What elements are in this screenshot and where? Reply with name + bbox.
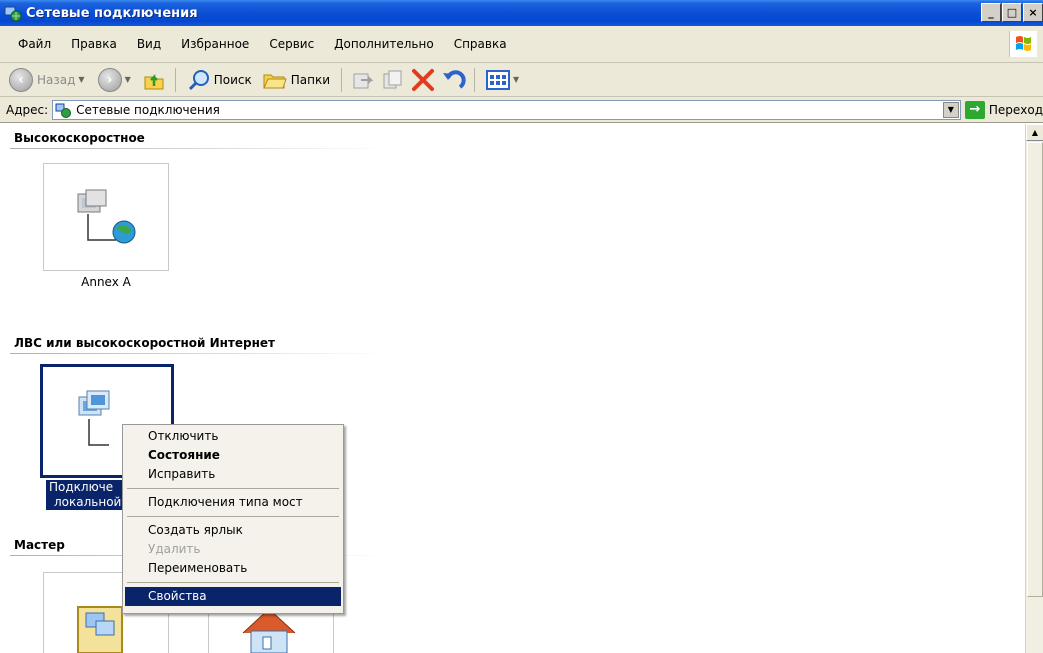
menu-separator <box>127 488 339 489</box>
up-folder-icon <box>144 73 164 89</box>
ctx-bridge-connections[interactable]: Подключения типа мост <box>125 493 341 512</box>
menu-separator <box>127 582 339 583</box>
copy-to-button[interactable] <box>380 67 406 93</box>
search-label: Поиск <box>213 72 252 87</box>
group-header: ЛВС или высокоскоростной Интернет <box>14 336 275 350</box>
undo-button[interactable] <box>440 67 466 93</box>
group-header: Мастер <box>14 538 65 552</box>
scroll-up-arrow-icon[interactable]: ▲ <box>1026 124 1043 141</box>
back-label: Назад <box>37 72 76 87</box>
ctx-status[interactable]: Состояние <box>125 446 341 465</box>
ctx-create-shortcut[interactable]: Создать ярлык <box>125 521 341 540</box>
chevron-down-icon[interactable]: ▼ <box>513 75 519 84</box>
ctx-repair[interactable]: Исправить <box>125 465 341 484</box>
toolbar: ‹ Назад ▼ › ▼ Поиск Папки ▼ <box>0 63 1043 97</box>
ctx-disconnect[interactable]: Отключить <box>125 427 341 446</box>
group-header: Высокоскоростное <box>14 131 145 145</box>
address-label: Адрес: <box>6 102 49 117</box>
forward-arrow-icon: › <box>97 67 122 92</box>
forward-button[interactable]: › ▼ <box>95 65 137 95</box>
folders-icon <box>262 74 287 88</box>
context-menu: Отключить Состояние Исправить Подключени… <box>122 424 344 614</box>
connection-label-selected: Подключе локальной <box>46 480 125 510</box>
copy-to-icon <box>383 70 402 88</box>
go-label: Переход <box>988 102 1043 117</box>
close-button[interactable]: × <box>1023 3 1043 22</box>
network-connections-icon <box>4 4 22 22</box>
ctx-rename[interactable]: Переименовать <box>125 559 341 578</box>
vertical-scrollbar[interactable]: ▲ <box>1025 124 1043 653</box>
maximize-button[interactable]: □ <box>1002 3 1022 22</box>
ctx-delete: Удалить <box>148 542 201 556</box>
menu-file[interactable]: Файл <box>8 37 61 51</box>
go-arrow-icon: → <box>964 100 985 119</box>
menu-help[interactable]: Справка <box>444 37 517 51</box>
folders-button[interactable]: Папки <box>259 65 333 95</box>
connection-label-line2: локальной <box>54 495 122 509</box>
search-icon <box>188 69 209 90</box>
search-button[interactable]: Поиск <box>184 65 255 95</box>
undo-icon <box>443 69 466 89</box>
address-dropdown-icon[interactable]: ▼ <box>942 101 959 118</box>
address-bar: Адрес: Сетевые подключения ▼ → Переход <box>0 97 1043 123</box>
back-button[interactable]: ‹ Назад ▼ <box>6 65 91 95</box>
toolbar-separator <box>341 67 343 92</box>
connection-label-line1: Подключе <box>49 480 114 494</box>
connection-label: Annex A <box>81 275 131 289</box>
go-button[interactable]: → Переход <box>964 100 1043 119</box>
window-title: Сетевые подключения <box>26 5 198 21</box>
address-input[interactable]: Сетевые подключения ▼ <box>52 99 961 120</box>
toolbar-separator <box>174 67 176 92</box>
back-arrow-icon: ‹ <box>9 67 33 92</box>
delete-button[interactable] <box>410 67 436 93</box>
up-folder-button[interactable] <box>141 67 167 93</box>
window-controls: _ □ × <box>981 3 1043 22</box>
toolbar-separator <box>474 67 476 92</box>
folders-label: Папки <box>290 72 331 87</box>
delete-x-icon <box>412 68 435 91</box>
menu-separator <box>127 516 339 517</box>
address-value: Сетевые подключения <box>76 102 220 117</box>
menu-favorites[interactable]: Избранное <box>171 37 259 51</box>
menu-view[interactable]: Вид <box>127 37 171 51</box>
connection-annex-a[interactable] <box>43 163 169 271</box>
group-divider <box>10 148 386 149</box>
menu-edit[interactable]: Правка <box>61 37 127 51</box>
minimize-button[interactable]: _ <box>981 3 1001 22</box>
chevron-down-icon[interactable]: ▼ <box>125 75 131 84</box>
broadband-connection-icon <box>77 189 136 244</box>
group-divider <box>10 353 386 354</box>
move-to-icon <box>353 73 374 88</box>
chevron-down-icon[interactable]: ▼ <box>78 75 84 84</box>
menu-bar: Файл Правка Вид Избранное Сервис Дополни… <box>0 26 1043 63</box>
network-connections-icon <box>55 102 72 118</box>
ctx-properties[interactable]: Свойства <box>125 587 341 606</box>
scrollbar-thumb[interactable] <box>1027 142 1043 597</box>
title-bar[interactable]: Сетевые подключения _ □ × <box>0 0 1043 26</box>
menu-tools[interactable]: Сервис <box>259 37 324 51</box>
menu-advanced[interactable]: Дополнительно <box>324 37 444 51</box>
windows-logo-icon <box>1009 31 1037 57</box>
move-to-button[interactable] <box>350 67 376 93</box>
views-button[interactable]: ▼ <box>483 65 525 95</box>
views-grid-icon <box>486 69 511 90</box>
